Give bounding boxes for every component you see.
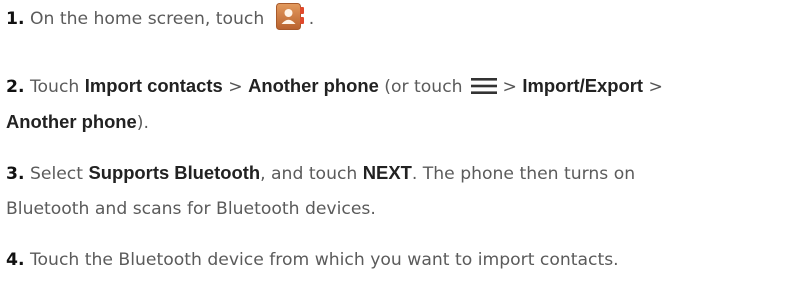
step-text: Touch xyxy=(29,77,80,97)
step-text-end: . xyxy=(308,9,315,29)
separator: > xyxy=(502,77,517,97)
separator: > xyxy=(648,77,663,97)
step-text: (or touch xyxy=(384,77,463,97)
step-3: 3. Select Supports Bluetooth, and touch … xyxy=(6,155,787,192)
supports-bluetooth-label: Supports Bluetooth xyxy=(88,162,261,183)
step-text-end: ). xyxy=(136,113,149,133)
step-number: 1. xyxy=(6,9,25,29)
step-text: On the home screen, touch xyxy=(29,9,265,29)
step-4: 4. Touch the Bluetooth device from which… xyxy=(6,242,787,278)
step-2-line-2: Another phone). xyxy=(6,104,787,141)
another-phone-label: Another phone xyxy=(6,111,137,132)
another-phone-label: Another phone xyxy=(248,75,379,96)
import-export-label: Import/Export xyxy=(522,75,643,96)
step-text: Bluetooth and scans for Bluetooth device… xyxy=(6,199,376,219)
menu-icon xyxy=(470,71,497,94)
step-text: Touch the Bluetooth device from which yo… xyxy=(29,250,619,270)
next-label: NEXT xyxy=(362,162,412,183)
contacts-app-icon xyxy=(275,3,305,30)
separator: > xyxy=(228,77,243,97)
step-2: 2. Touch Import contacts > Another phone… xyxy=(6,68,787,105)
step-text: . The phone then turns on xyxy=(411,164,636,184)
step-text: , and touch xyxy=(260,164,358,184)
step-number: 4. xyxy=(6,250,25,270)
step-text: Select xyxy=(29,164,83,184)
step-1: 1. On the home screen, touch . xyxy=(6,1,787,37)
step-number: 2. xyxy=(6,77,25,97)
step-3-line-2: Bluetooth and scans for Bluetooth device… xyxy=(6,191,787,227)
step-number: 3. xyxy=(6,164,25,184)
import-contacts-label: Import contacts xyxy=(84,75,223,96)
